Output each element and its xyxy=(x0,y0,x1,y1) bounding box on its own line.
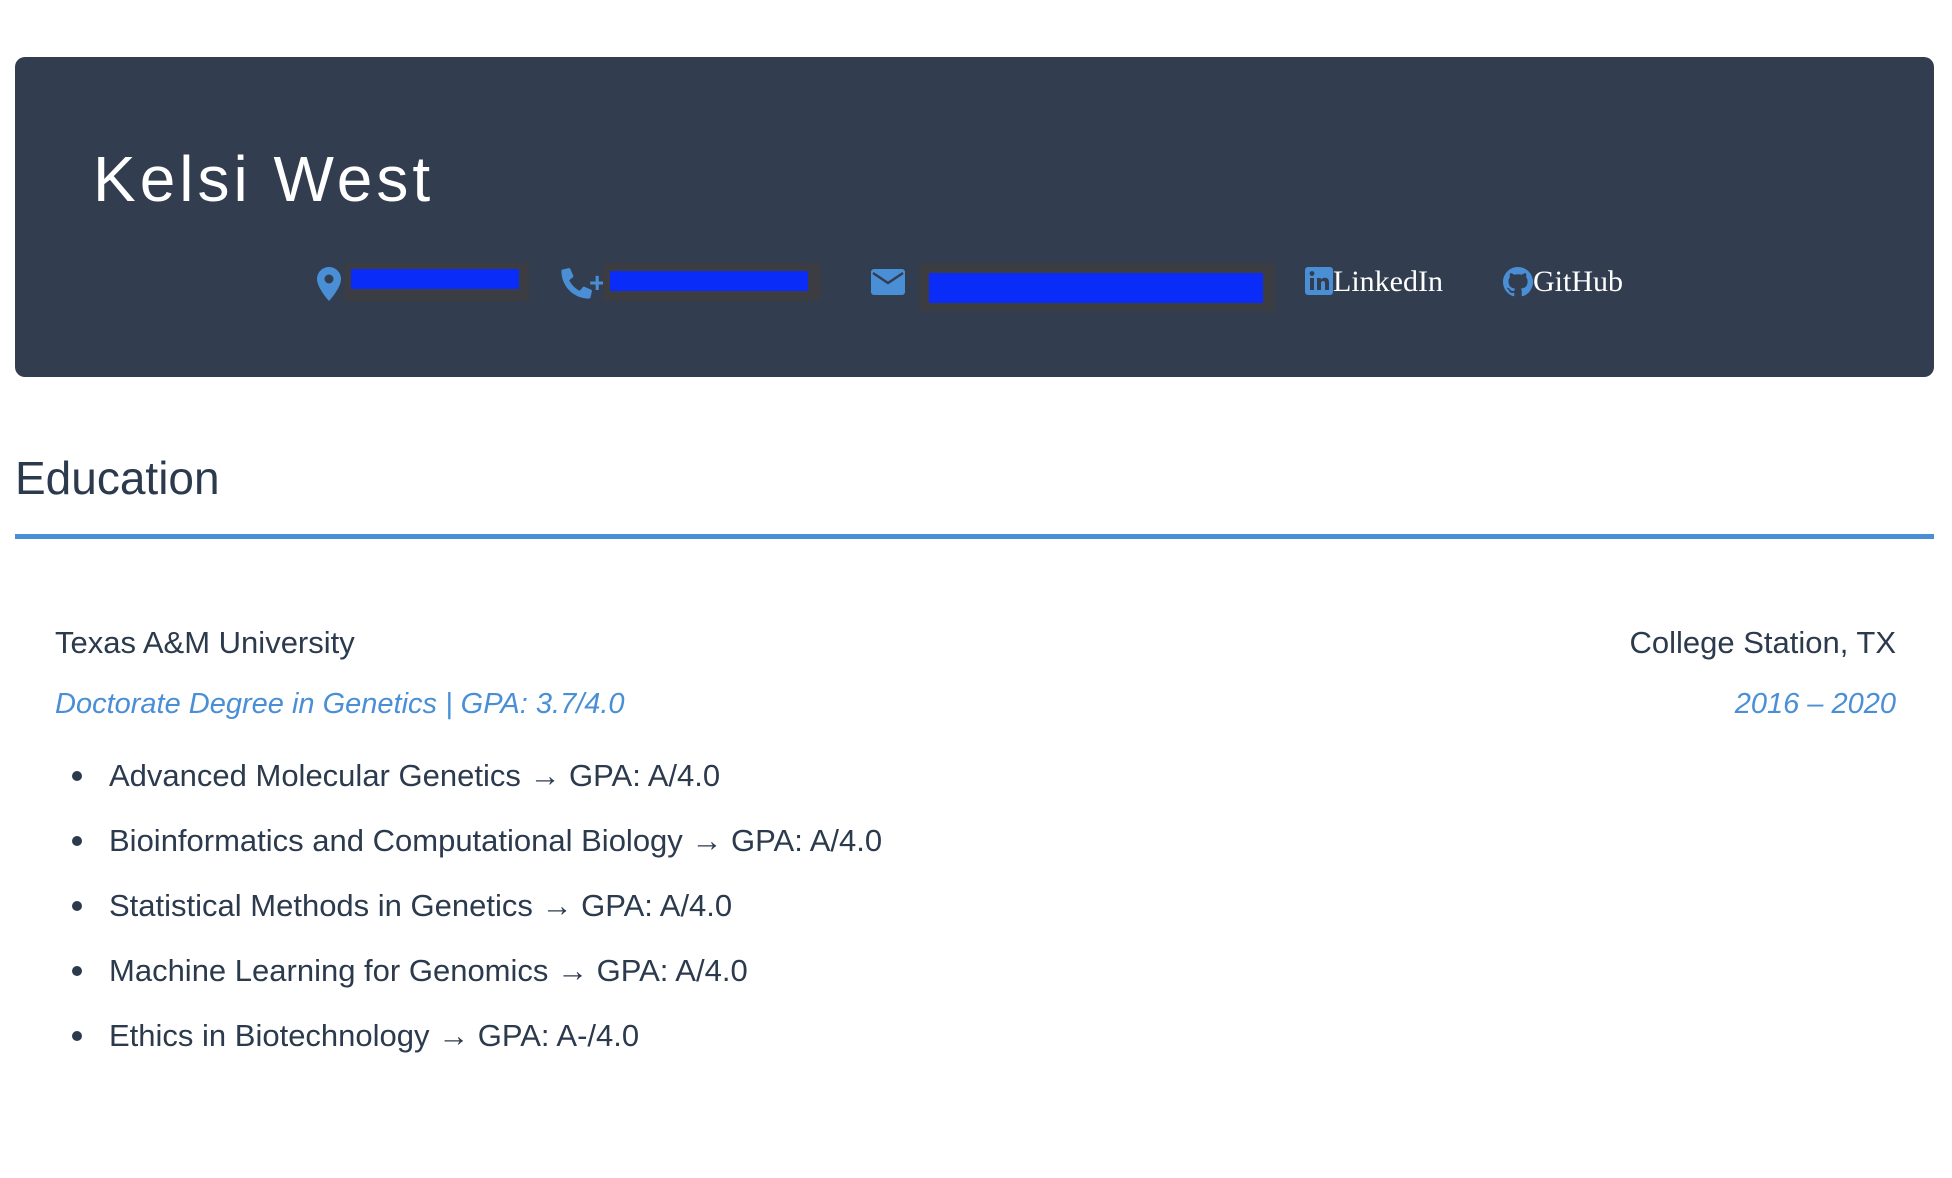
contact-bar: + LinkedIn GitHub xyxy=(15,247,1934,311)
course-item: Machine Learning for Genomics → GPA: A/4… xyxy=(55,955,882,1020)
course-text: Statistical Methods in Genetics → GPA: A… xyxy=(109,888,733,923)
bullet-icon xyxy=(72,836,82,846)
bullet-icon xyxy=(72,1031,82,1041)
contact-email xyxy=(871,247,1291,311)
course-text: Bioinformatics and Computational Biology… xyxy=(109,823,883,858)
candidate-name: Kelsi West xyxy=(93,143,435,215)
linkedin-link[interactable]: LinkedIn xyxy=(1333,267,1443,297)
section-divider xyxy=(15,534,1934,539)
section-title-education: Education xyxy=(15,452,220,504)
course-text: Machine Learning for Genomics → GPA: A/4… xyxy=(109,953,748,988)
course-item: Statistical Methods in Genetics → GPA: A… xyxy=(55,890,882,955)
map-pin-icon xyxy=(317,267,341,301)
course-text: Advanced Molecular Genetics → GPA: A/4.0 xyxy=(109,758,721,793)
contact-linkedin[interactable]: LinkedIn xyxy=(1305,247,1465,307)
linkedin-icon xyxy=(1305,267,1333,295)
bullet-icon xyxy=(72,901,82,911)
course-list: Advanced Molecular Genetics → GPA: A/4.0… xyxy=(55,760,882,1085)
degree-info: Doctorate Degree in Genetics | GPA: 3.7/… xyxy=(55,688,625,720)
envelope-icon xyxy=(871,269,905,295)
redacted-location xyxy=(345,263,529,301)
course-text: Ethics in Biotechnology → GPA: A-/4.0 xyxy=(109,1018,640,1053)
contact-github[interactable]: GitHub xyxy=(1503,247,1643,307)
contact-phone: + xyxy=(561,247,851,307)
resume-header: Kelsi West + LinkedIn GitHub xyxy=(15,57,1934,377)
github-icon xyxy=(1503,267,1533,297)
bullet-icon xyxy=(72,771,82,781)
school-name: Texas A&M University xyxy=(55,625,355,660)
redacted-phone xyxy=(603,263,821,301)
bullet-icon xyxy=(72,966,82,976)
github-link[interactable]: GitHub xyxy=(1533,267,1623,297)
redacted-email xyxy=(919,263,1275,311)
degree-dates: 2016 – 2020 xyxy=(1734,688,1896,720)
course-item: Ethics in Biotechnology → GPA: A-/4.0 xyxy=(55,1020,882,1085)
course-item: Bioinformatics and Computational Biology… xyxy=(55,825,882,890)
school-location: College Station, TX xyxy=(1629,625,1896,660)
course-item: Advanced Molecular Genetics → GPA: A/4.0 xyxy=(55,760,882,825)
contact-location xyxy=(317,247,547,307)
